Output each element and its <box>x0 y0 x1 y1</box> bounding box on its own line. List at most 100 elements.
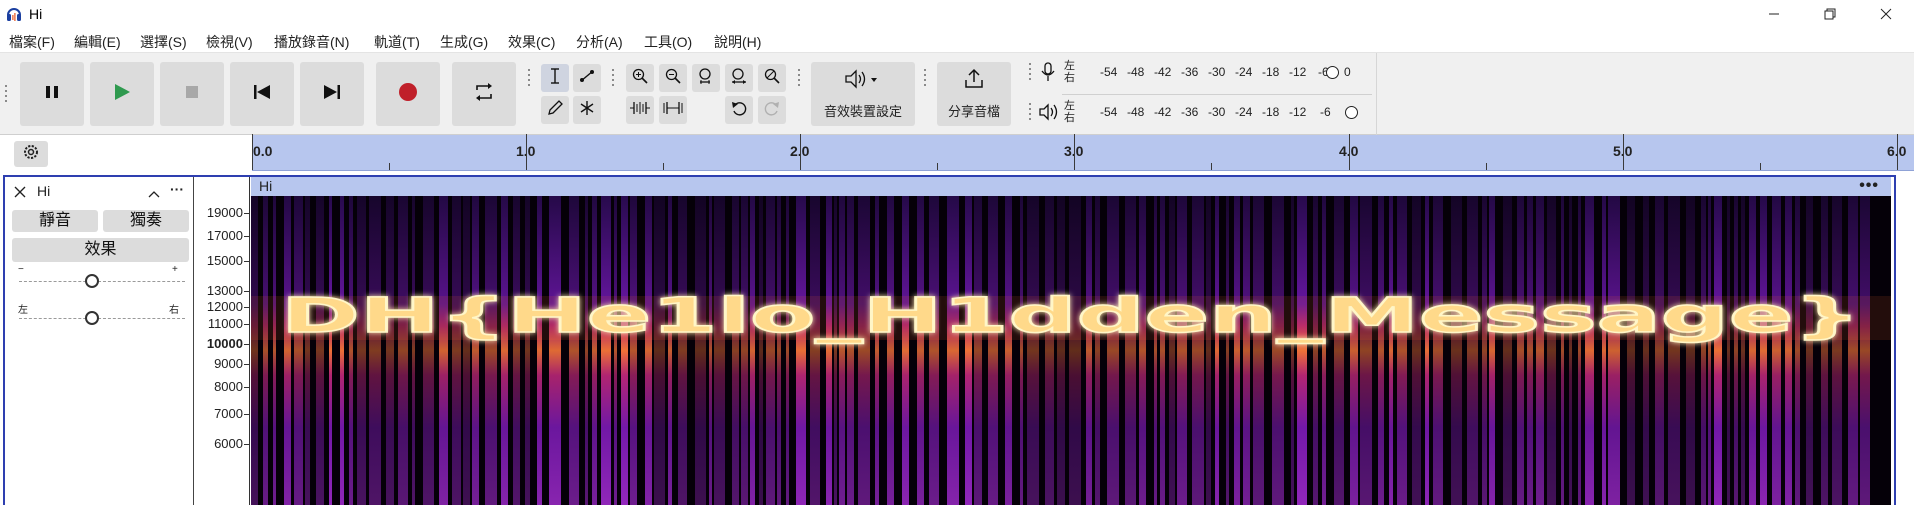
mute-button[interactable]: 靜音 <box>12 210 98 232</box>
skip-to-end-button[interactable] <box>300 62 364 126</box>
audio-setup-button[interactable]: 音效裝置設定 <box>811 62 915 126</box>
spectrogram-column <box>1425 196 1429 505</box>
playback-meter-left-label: 左 <box>1064 100 1075 112</box>
fit-project-button[interactable] <box>725 64 753 92</box>
frequency-axis[interactable]: 19000 17000 15000 13000 12000 11000 10000 9000 8… <box>195 177 250 505</box>
pan-slider-knob[interactable] <box>85 311 99 325</box>
meter-tick: -48 <box>1127 105 1145 119</box>
zoom-in-button[interactable] <box>626 64 654 92</box>
share-audio-button[interactable]: 分享音檔 <box>937 62 1011 126</box>
playback-meter-scale[interactable]: -54 -48 -42 -36 -30 -24 -18 -12 -6 <box>1090 97 1400 127</box>
redo-button[interactable] <box>758 96 786 124</box>
clip-menu-icon[interactable]: ••• <box>1859 177 1879 195</box>
skip-to-start-button[interactable] <box>230 62 294 126</box>
zoom-out-button[interactable] <box>659 64 687 92</box>
spectrogram-column <box>929 196 939 505</box>
trim-audio-button[interactable] <box>626 96 654 124</box>
timeline-ruler[interactable]: 0.0 1.0 2.0 3.0 4.0 5.0 6.0 <box>0 134 1914 172</box>
silence-audio-button[interactable] <box>659 96 687 124</box>
spectrogram-column <box>1627 196 1635 505</box>
menu-generate[interactable]: 生成(G) <box>440 32 488 52</box>
tools-toolbar-grip[interactable] <box>528 69 534 89</box>
spectrogram-column <box>1139 196 1146 505</box>
silence-icon <box>662 100 684 121</box>
time-scale[interactable]: 0.0 1.0 2.0 3.0 4.0 5.0 6.0 <box>252 134 1914 171</box>
spectrogram-column <box>1832 196 1842 505</box>
spectrogram-column <box>1005 196 1012 505</box>
multi-tool-button[interactable] <box>573 96 601 124</box>
menu-tools[interactable]: 工具(O) <box>644 32 692 52</box>
frequency-label: 9000 <box>214 356 243 371</box>
clip-title-bar[interactable]: Hi ••• <box>251 177 1891 196</box>
menu-analyze[interactable]: 分析(A) <box>576 32 623 52</box>
record-meter-scale[interactable]: -54 -48 -42 -36 -30 -24 -18 -12 -6 0 <box>1090 57 1400 87</box>
track-name[interactable]: Hi <box>37 183 50 199</box>
spectrogram-column <box>1160 196 1165 505</box>
loop-button[interactable] <box>452 62 516 126</box>
track-control-panel[interactable]: Hi ··· 靜音 獨奏 效果 − + 左 右 <box>5 177 194 505</box>
spectrogram-column <box>273 196 276 505</box>
spectrogram-column <box>1608 196 1620 505</box>
spectrogram-column <box>423 196 434 505</box>
minimize-button[interactable] <box>1746 0 1802 28</box>
close-track-icon[interactable] <box>14 185 26 203</box>
menu-effect[interactable]: 效果(C) <box>508 32 555 52</box>
menu-tracks[interactable]: 軌道(T) <box>374 32 420 52</box>
spectrogram-column <box>349 196 353 505</box>
menu-file[interactable]: 檔案(F) <box>9 32 55 52</box>
timeline-options-button[interactable] <box>14 141 48 167</box>
spectrogram-column <box>340 196 344 505</box>
record-level-knob[interactable] <box>1326 66 1339 79</box>
transport-toolbar-grip[interactable] <box>5 85 11 105</box>
edit-toolbar-grip[interactable] <box>612 69 618 89</box>
playback-meter-right-label: 右 <box>1064 112 1075 124</box>
spectrogram-column <box>614 196 617 505</box>
selection-tool-button[interactable] <box>541 64 569 92</box>
spectrogram-view[interactable]: DH{He1lo_H1dden_Message} <box>251 196 1891 505</box>
track-menu-icon[interactable]: ··· <box>170 181 184 197</box>
draw-tool-button[interactable] <box>541 96 569 124</box>
pan-slider[interactable] <box>19 318 185 320</box>
envelope-icon <box>578 67 596 90</box>
record-meter-grip[interactable] <box>1029 63 1035 83</box>
spectrogram-column <box>1749 196 1756 505</box>
collapse-track-icon[interactable] <box>148 186 160 204</box>
audio-setup-grip[interactable] <box>798 69 804 89</box>
record-button[interactable] <box>376 62 440 126</box>
menu-transport[interactable]: 播放錄音(N) <box>274 32 349 52</box>
play-button[interactable] <box>90 62 154 126</box>
zoom-toggle-button[interactable] <box>758 64 786 92</box>
spectrogram-column <box>452 196 461 505</box>
menu-select[interactable]: 選擇(S) <box>140 32 187 52</box>
gain-slider[interactable] <box>19 281 185 283</box>
speaker-icon[interactable] <box>1038 103 1060 126</box>
spectrogram-column <box>1795 196 1800 505</box>
window-title: Hi <box>29 6 43 22</box>
playback-level-knob[interactable] <box>1345 106 1358 119</box>
meter-tick: -18 <box>1262 65 1280 79</box>
pause-button[interactable] <box>20 62 84 126</box>
stop-button[interactable] <box>160 62 224 126</box>
fit-selection-button[interactable] <box>692 64 720 92</box>
menu-bar: 檔案(F) 編輯(E) 選擇(S) 檢視(V) 播放錄音(N) 軌道(T) 生成… <box>0 28 1914 52</box>
undo-button[interactable] <box>725 96 753 124</box>
playback-meter[interactable]: 左 右 -54 -48 -42 -36 -30 -24 -18 -12 -6 <box>1028 97 1373 127</box>
microphone-icon[interactable] <box>1040 62 1056 87</box>
record-meter[interactable]: 左 右 -54 -48 -42 -36 -30 -24 -18 -12 -6 0 <box>1028 57 1373 87</box>
spectrogram-column <box>1578 196 1581 505</box>
play-icon <box>112 82 132 107</box>
restore-button[interactable] <box>1802 0 1858 28</box>
effects-button[interactable]: 效果 <box>12 238 189 262</box>
spectrogram-column <box>839 196 845 505</box>
frequency-label: 11000 <box>207 316 243 331</box>
envelope-tool-button[interactable] <box>573 64 601 92</box>
share-toolbar-grip[interactable] <box>924 69 930 89</box>
menu-edit[interactable]: 編輯(E) <box>74 32 121 52</box>
playback-meter-grip[interactable] <box>1029 103 1035 123</box>
solo-button[interactable]: 獨奏 <box>103 210 189 232</box>
spectrogram-column <box>525 196 530 505</box>
gain-slider-knob[interactable] <box>85 274 99 288</box>
menu-view[interactable]: 檢視(V) <box>206 32 253 52</box>
menu-help[interactable]: 說明(H) <box>714 32 761 52</box>
close-button[interactable] <box>1858 0 1914 28</box>
